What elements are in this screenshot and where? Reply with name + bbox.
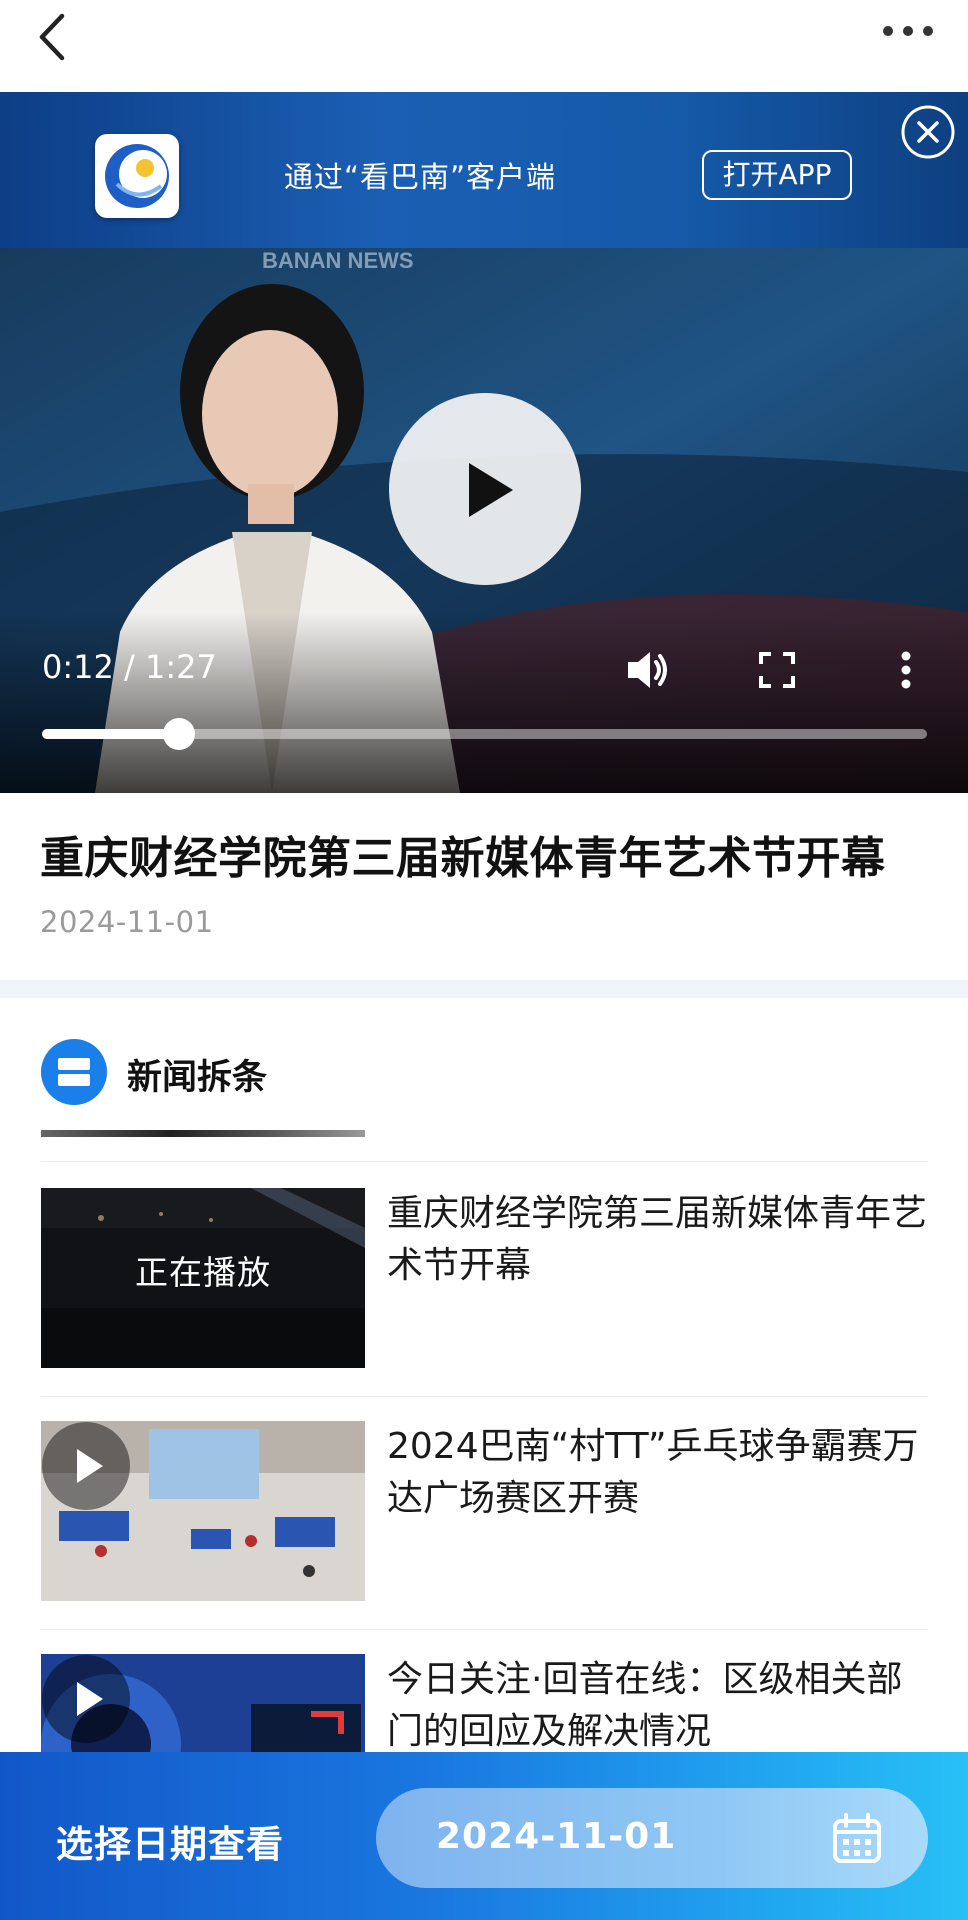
now-playing-label: 正在播放 <box>41 1188 365 1368</box>
progress-fill <box>42 729 180 739</box>
chevron-left-icon <box>39 13 65 61</box>
studio-watermark: BANAN NEWS <box>262 248 414 273</box>
video-player[interactable]: BANAN NEWS 通过“看巴南”客户端 打开APP 0:12 / 1:27 <box>0 92 968 793</box>
close-circle-icon <box>901 105 955 159</box>
calendar-icon <box>833 1813 881 1863</box>
news-list-icon <box>41 1039 107 1105</box>
app-download-banner: 通过“看巴南”客户端 打开APP <box>0 92 968 248</box>
banner-close-button[interactable] <box>900 104 956 160</box>
news-thumbnail <box>41 1421 365 1601</box>
back-button[interactable] <box>30 6 74 68</box>
date-picker-bar: 选择日期查看 2024-11-01 <box>0 1752 968 1920</box>
fullscreen-button[interactable] <box>751 644 803 696</box>
volume-button[interactable] <box>622 644 674 696</box>
news-item-title: 2024巴南“村TT”乒乓球争霸赛万达广场赛区开赛 <box>387 1426 919 1519</box>
article-title: 重庆财经学院第三届新媒体青年艺术节开幕 <box>40 833 886 884</box>
news-thumbnail: 正在播放 <box>41 1188 365 1368</box>
selected-date: 2024-11-01 <box>436 1816 677 1857</box>
news-item[interactable]: 正在播放 重庆财经学院第三届新媒体青年艺术节开幕 <box>41 1188 928 1368</box>
volume-icon <box>628 652 667 688</box>
player-more-button[interactable] <box>880 644 932 696</box>
top-nav-bar <box>0 0 968 92</box>
previous-thumbnail-edge <box>41 1130 365 1137</box>
kanbanan-logo-icon <box>95 134 179 218</box>
playback-time: 0:12 / 1:27 <box>42 648 217 686</box>
more-vertical-icon <box>901 651 911 689</box>
section-title: 新闻拆条 <box>127 1058 268 1098</box>
news-item-title: 重庆财经学院第三届新媒体青年艺术节开幕 <box>387 1193 928 1286</box>
play-icon <box>469 463 513 517</box>
news-item[interactable]: 2024巴南“村TT”乒乓球争霸赛万达广场赛区开赛 <box>41 1421 928 1601</box>
section-divider <box>0 980 968 998</box>
fullscreen-icon <box>759 652 795 688</box>
more-options-button[interactable] <box>878 14 938 48</box>
date-picker-label: 选择日期查看 <box>56 1823 284 1866</box>
play-button[interactable] <box>389 393 581 585</box>
play-icon <box>42 1655 130 1743</box>
date-picker-button[interactable]: 2024-11-01 <box>376 1788 928 1888</box>
more-horizontal-icon <box>883 26 933 36</box>
play-icon <box>42 1422 130 1510</box>
news-item-title: 今日关注·回音在线：区级相关部门的回应及解决情况 <box>387 1659 903 1752</box>
row-divider <box>41 1161 928 1162</box>
progress-bar[interactable] <box>42 718 927 750</box>
progress-scrubber[interactable] <box>163 718 196 750</box>
open-app-button[interactable]: 打开APP <box>702 150 852 200</box>
row-divider <box>41 1396 928 1397</box>
article-date: 2024-11-01 <box>40 905 214 939</box>
banner-text: 通过“看巴南”客户端 <box>284 160 557 194</box>
row-divider <box>41 1629 928 1630</box>
